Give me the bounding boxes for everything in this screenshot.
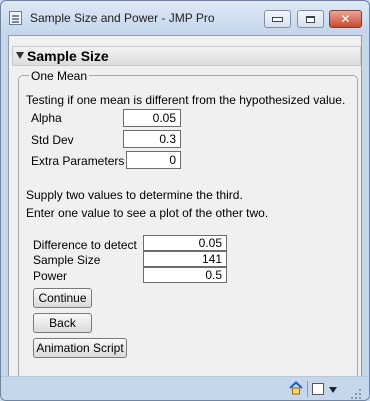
difference-to-detect-input[interactable]: 0.05 [143, 235, 227, 251]
instruction-line-1: Supply two values to determine the third… [26, 188, 243, 202]
maximize-icon [306, 15, 315, 23]
minimize-button[interactable] [264, 10, 291, 28]
extra-parameters-label: Extra Parameters [31, 154, 125, 168]
close-icon: ✕ [340, 12, 351, 26]
status-bar [1, 376, 369, 400]
checkbox-icon[interactable] [312, 383, 324, 395]
report-area: Sample Size One Mean Testing if one mean… [8, 35, 362, 392]
window-title: Sample Size and Power - JMP Pro [30, 11, 215, 25]
alpha-label: Alpha [31, 111, 62, 125]
minimize-icon [272, 16, 283, 22]
resize-grip-icon[interactable] [351, 389, 361, 399]
disclosure-triangle-icon[interactable] [16, 52, 24, 59]
animation-script-button[interactable]: Animation Script [33, 338, 127, 358]
back-button[interactable]: Back [33, 313, 92, 333]
power-label: Power [33, 269, 68, 283]
continue-button[interactable]: Continue [33, 288, 92, 308]
std-dev-input[interactable]: 0.3 [123, 130, 181, 148]
description-text: Testing if one mean is different from th… [26, 93, 346, 107]
power-input[interactable]: 0.5 [143, 267, 227, 283]
sample-size-input[interactable]: 141 [143, 251, 227, 267]
alpha-input[interactable]: 0.05 [123, 109, 181, 127]
maximize-button[interactable] [297, 10, 324, 28]
status-divider [307, 381, 308, 397]
outline-title: Sample Size [27, 48, 109, 64]
instruction-line-2: Enter one value to see a plot of the oth… [26, 206, 269, 220]
home-icon[interactable] [289, 381, 303, 395]
sample-size-label: Sample Size [33, 253, 101, 267]
difference-to-detect-label: Difference to detect [33, 238, 137, 252]
extra-parameters-input[interactable]: 0 [126, 151, 181, 169]
jmp-app-icon[interactable] [9, 11, 22, 25]
close-button[interactable]: ✕ [329, 10, 362, 28]
std-dev-label: Std Dev [31, 133, 74, 147]
panel-label: One Mean [29, 69, 90, 83]
sample-size-outline-header[interactable]: Sample Size [12, 46, 361, 66]
app-window: Sample Size and Power - JMP Pro ✕ Sample… [0, 0, 370, 401]
one-mean-panel [18, 75, 358, 380]
dropdown-arrow-icon[interactable] [329, 387, 337, 393]
title-bar[interactable]: Sample Size and Power - JMP Pro ✕ [1, 1, 369, 35]
